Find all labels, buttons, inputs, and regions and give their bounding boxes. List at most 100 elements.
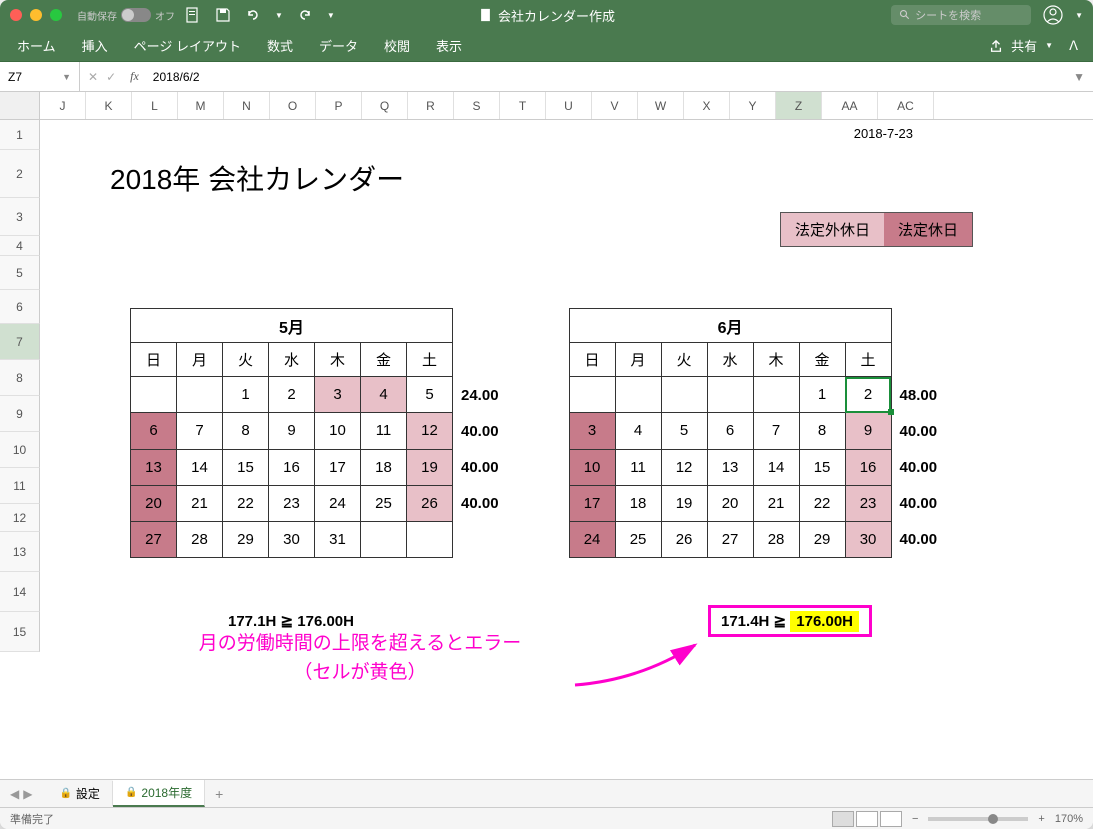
undo-icon[interactable] <box>245 7 261 23</box>
row-header[interactable]: 3 <box>0 198 40 236</box>
calendar-cell[interactable]: 29 <box>223 521 269 557</box>
calendar-cell[interactable]: 31 <box>315 521 361 557</box>
calendar-cell[interactable]: 10 <box>315 413 361 449</box>
calendar-cell[interactable]: 16 <box>269 449 315 485</box>
zoom-level[interactable]: 170% <box>1055 813 1083 825</box>
spreadsheet-grid[interactable]: 123456789101112131415 2018-7-23 2018年 会社… <box>0 120 1093 700</box>
sheet-tab-settings[interactable]: 🔒 設定 <box>47 781 112 806</box>
calendar-cell[interactable]: 5 <box>661 413 707 449</box>
tab-review[interactable]: 校閲 <box>382 32 412 59</box>
calendar-cell[interactable] <box>661 377 707 413</box>
row-header[interactable]: 13 <box>0 532 40 572</box>
undo-dropdown-icon[interactable]: ▼ <box>275 11 283 20</box>
zoom-slider[interactable] <box>928 817 1028 821</box>
row-header[interactable]: 15 <box>0 612 40 652</box>
calendar-cell[interactable]: 29 <box>799 521 845 557</box>
calendar-cell[interactable]: 2 <box>845 377 891 413</box>
calendar-cell[interactable]: 8 <box>223 413 269 449</box>
column-header[interactable]: S <box>454 92 500 119</box>
calendar-cell[interactable] <box>361 521 407 557</box>
calendar-cell[interactable] <box>615 377 661 413</box>
calendar-cell[interactable]: 20 <box>707 485 753 521</box>
column-header[interactable]: Y <box>730 92 776 119</box>
calendar-cell[interactable]: 3 <box>315 377 361 413</box>
row-header[interactable]: 6 <box>0 290 40 324</box>
sheet-prev-icon[interactable]: ◀ <box>10 787 19 801</box>
calendar-cell[interactable]: 7 <box>177 413 223 449</box>
calendar-cell[interactable]: 15 <box>799 449 845 485</box>
calendar-cell[interactable] <box>753 377 799 413</box>
cancel-icon[interactable]: ✕ <box>88 70 98 84</box>
redo-dropdown-icon[interactable]: ▼ <box>327 11 335 20</box>
calendar-cell[interactable] <box>569 377 615 413</box>
calendar-cell[interactable]: 24 <box>569 521 615 557</box>
ribbon-collapse-icon[interactable]: ᐱ <box>1069 38 1078 54</box>
calendar-cell[interactable]: 27 <box>131 521 177 557</box>
calendar-cell[interactable]: 21 <box>177 485 223 521</box>
tab-formulas[interactable]: 数式 <box>265 32 295 59</box>
calendar-cell[interactable]: 5 <box>407 377 453 413</box>
calendar-cell[interactable]: 13 <box>707 449 753 485</box>
calendar-cell[interactable]: 6 <box>131 413 177 449</box>
save-icon[interactable] <box>215 7 231 23</box>
tab-view[interactable]: 表示 <box>434 32 464 59</box>
sheet-tab-2018[interactable]: 🔒 2018年度 <box>113 780 205 807</box>
calendar-cell[interactable]: 28 <box>753 521 799 557</box>
tab-insert[interactable]: 挿入 <box>80 32 110 59</box>
calendar-cell[interactable] <box>131 377 177 413</box>
column-header[interactable]: T <box>500 92 546 119</box>
view-normal-button[interactable] <box>832 811 854 827</box>
column-header[interactable]: R <box>408 92 454 119</box>
calendar-cell[interactable]: 20 <box>131 485 177 521</box>
sheet-next-icon[interactable]: ▶ <box>23 787 32 801</box>
row-header[interactable]: 8 <box>0 360 40 396</box>
calendar-cell[interactable] <box>177 377 223 413</box>
column-header[interactable]: N <box>224 92 270 119</box>
tab-page-layout[interactable]: ページ レイアウト <box>132 32 243 59</box>
calendar-cell[interactable] <box>707 377 753 413</box>
column-header[interactable]: V <box>592 92 638 119</box>
calendar-cell[interactable]: 16 <box>845 449 891 485</box>
calendar-cell[interactable]: 19 <box>661 485 707 521</box>
row-header[interactable]: 7 <box>0 324 40 360</box>
calendar-cell[interactable]: 23 <box>845 485 891 521</box>
calendar-cell[interactable]: 17 <box>315 449 361 485</box>
calendar-cell[interactable]: 25 <box>361 485 407 521</box>
calendar-cell[interactable]: 12 <box>661 449 707 485</box>
calendar-cell[interactable]: 26 <box>661 521 707 557</box>
calendar-cell[interactable]: 4 <box>361 377 407 413</box>
row-header[interactable]: 4 <box>0 236 40 256</box>
share-dropdown-icon[interactable]: ▼ <box>1045 41 1053 50</box>
search-input[interactable]: シートを検索 <box>891 5 1031 25</box>
calendar-cell[interactable]: 22 <box>223 485 269 521</box>
file-icon[interactable] <box>185 7 201 23</box>
calendar-cell[interactable]: 7 <box>753 413 799 449</box>
row-header[interactable]: 2 <box>0 150 40 198</box>
row-header[interactable]: 5 <box>0 256 40 290</box>
calendar-cell[interactable]: 9 <box>269 413 315 449</box>
column-header[interactable]: L <box>132 92 178 119</box>
column-header[interactable]: P <box>316 92 362 119</box>
calendar-cell[interactable]: 14 <box>177 449 223 485</box>
calendar-cell[interactable]: 3 <box>569 413 615 449</box>
calendar-cell[interactable]: 17 <box>569 485 615 521</box>
view-page-break-button[interactable] <box>880 811 902 827</box>
column-header[interactable]: AC <box>878 92 934 119</box>
share-button[interactable]: 共有 <box>1009 32 1039 59</box>
calendar-cell[interactable]: 10 <box>569 449 615 485</box>
calendar-cell[interactable]: 11 <box>361 413 407 449</box>
column-header[interactable]: Z <box>776 92 822 119</box>
calendar-cell[interactable]: 23 <box>269 485 315 521</box>
column-header[interactable]: M <box>178 92 224 119</box>
name-box-dropdown-icon[interactable]: ▼ <box>62 72 71 82</box>
confirm-icon[interactable]: ✓ <box>106 70 116 84</box>
user-dropdown-icon[interactable]: ▼ <box>1075 11 1083 20</box>
formula-input[interactable]: 2018/6/2 <box>145 70 1065 84</box>
calendar-cell[interactable]: 1 <box>799 377 845 413</box>
user-icon[interactable] <box>1043 5 1063 25</box>
row-header[interactable]: 14 <box>0 572 40 612</box>
calendar-cell[interactable]: 8 <box>799 413 845 449</box>
calendar-cell[interactable]: 18 <box>361 449 407 485</box>
column-header[interactable]: AA <box>822 92 878 119</box>
maximize-button[interactable] <box>50 9 62 21</box>
